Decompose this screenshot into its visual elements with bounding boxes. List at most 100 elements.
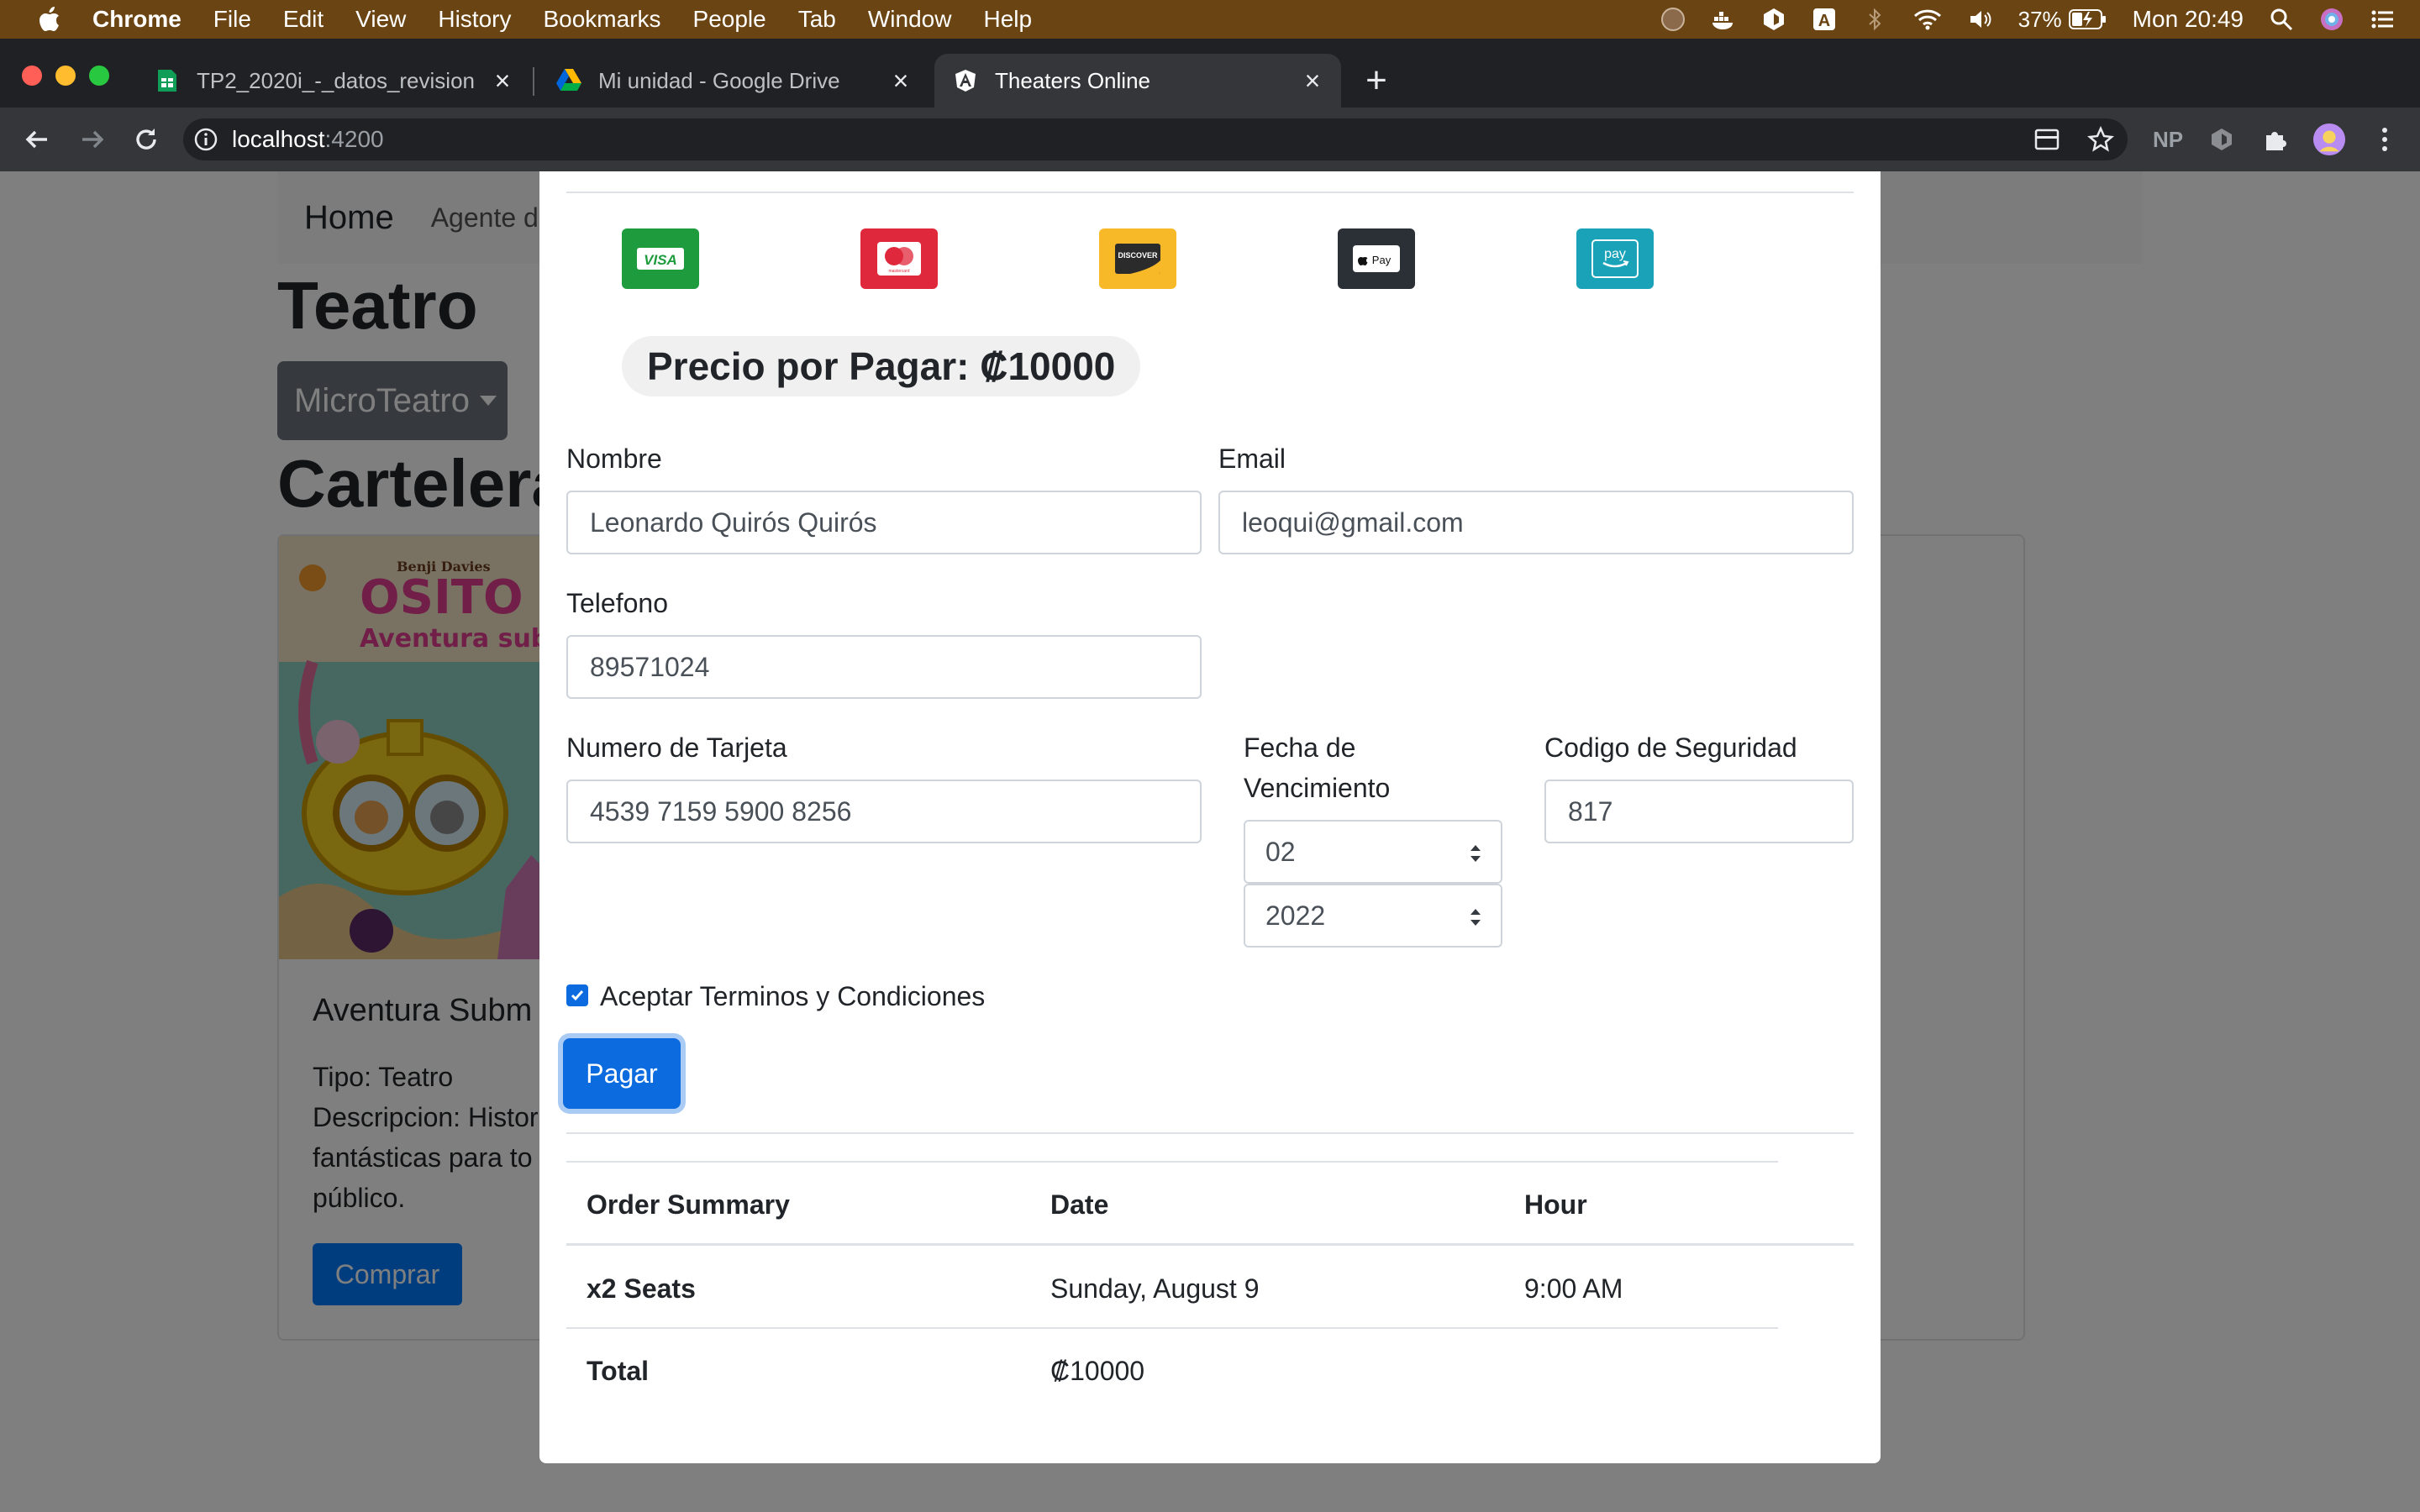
forward-arrow-icon: [82, 130, 104, 149]
tab-title: Theaters Online: [995, 67, 1150, 93]
docker-icon[interactable]: [1711, 7, 1736, 32]
hour-cell: 9:00 AM: [1524, 1273, 1623, 1304]
mastercard-icon[interactable]: mastercard: [860, 228, 938, 289]
name-input[interactable]: Leonardo Quirós Quirós: [566, 491, 1202, 554]
bluetooth-icon[interactable]: [1862, 7, 1887, 32]
svg-text:Pay: Pay: [1372, 254, 1392, 266]
menu-history[interactable]: History: [438, 6, 511, 33]
name-label: Nombre: [566, 444, 662, 474]
svg-text:A: A: [1818, 12, 1829, 30]
menu-window[interactable]: Window: [868, 6, 952, 33]
url-port: :4200: [324, 126, 384, 152]
svg-text:VISA: VISA: [644, 252, 677, 268]
visa-icon[interactable]: VISA: [622, 228, 699, 289]
reader-mode-icon[interactable]: [2030, 123, 2064, 156]
site-info-icon[interactable]: [193, 127, 218, 152]
macos-menubar: Chrome File Edit View History Bookmarks …: [0, 0, 2420, 39]
cube-app-icon[interactable]: [1761, 7, 1786, 32]
menu-people[interactable]: People: [693, 6, 766, 33]
expiry-label-line-2: Vencimiento: [1244, 773, 1391, 803]
siri-icon[interactable]: [2319, 7, 2344, 32]
reload-icon: [136, 129, 156, 150]
terms-checkbox[interactable]: [566, 984, 588, 1006]
reload-button[interactable]: [129, 123, 163, 156]
security-code-input[interactable]: 817: [1544, 780, 1854, 843]
discover-icon[interactable]: DISCOVER: [1099, 228, 1176, 289]
back-arrow-icon: [25, 130, 47, 149]
tab-title: Mi unidad - Google Drive: [598, 67, 840, 93]
pay-button[interactable]: Pagar: [563, 1038, 681, 1109]
email-label: Email: [1218, 444, 1286, 474]
chrome-menu-icon[interactable]: [2368, 123, 2402, 156]
email-input[interactable]: leoqui@gmail.com: [1218, 491, 1854, 554]
back-button[interactable]: [20, 123, 54, 156]
volume-icon[interactable]: [1968, 7, 1993, 32]
bookmark-star-icon[interactable]: [2084, 123, 2118, 156]
tab-title: TP2_2020i_-_datos_revision (2): [197, 67, 479, 93]
payment-modal: VISA mastercard DISCOVER Pay pay Precio …: [539, 171, 1881, 1463]
card-number-label: Numero de Tarjeta: [566, 732, 787, 763]
forward-button[interactable]: [76, 123, 109, 156]
date-cell: Sunday, August 9: [1050, 1273, 1260, 1304]
extensions-puzzle-icon[interactable]: [2259, 123, 2292, 156]
menu-view[interactable]: View: [355, 6, 406, 33]
order-summary-header: Order Summary: [587, 1189, 790, 1220]
browser-tab-theaters-online[interactable]: Theaters Online ×: [934, 54, 1341, 108]
card-number-input[interactable]: 4539 7159 5900 8256: [566, 780, 1202, 843]
date-header: Date: [1050, 1189, 1109, 1220]
menu-file[interactable]: File: [213, 6, 251, 33]
expiry-month-value: 02: [1265, 836, 1296, 867]
close-tab-icon[interactable]: ×: [491, 67, 514, 94]
expiry-month-select[interactable]: 02: [1244, 820, 1502, 884]
menu-app-chrome[interactable]: Chrome: [92, 6, 182, 33]
menu-help[interactable]: Help: [983, 6, 1032, 33]
tab-separator: [533, 67, 534, 96]
battery-charging-icon[interactable]: [2068, 8, 2107, 30]
spotlight-search-icon[interactable]: [2269, 7, 2294, 32]
new-tab-button[interactable]: +: [1360, 60, 1393, 101]
terms-label[interactable]: Aceptar Terminos y Condiciones: [600, 976, 985, 1016]
svg-text:mastercard: mastercard: [888, 269, 909, 274]
browser-tab-sheets[interactable]: TP2_2020i_-_datos_revision (2) ×: [136, 54, 531, 108]
address-bar[interactable]: localhost:4200: [183, 118, 2128, 160]
menubar-clock[interactable]: Mon 20:49: [2133, 6, 2244, 33]
expiry-year-value: 2022: [1265, 900, 1326, 931]
apple-menu-icon[interactable]: [32, 3, 66, 36]
profile-avatar-icon[interactable]: [2312, 123, 2346, 156]
drive-icon: [556, 68, 581, 93]
expiry-date-label: Fecha de Vencimiento: [1244, 727, 1390, 808]
recording-dot-icon[interactable]: [1660, 7, 1686, 32]
window-close-button[interactable]: [22, 66, 42, 86]
table-row-border: [566, 1327, 1778, 1329]
checkmark-icon: [571, 990, 584, 1001]
seats-cell: x2 Seats: [587, 1273, 696, 1304]
input-source-icon[interactable]: A: [1812, 7, 1837, 32]
battery-percent[interactable]: 37%: [2018, 7, 2062, 33]
security-code-label: Codigo de Seguridad: [1544, 732, 1797, 763]
notification-center-icon[interactable]: [2370, 7, 2395, 32]
amazon-pay-icon[interactable]: pay: [1576, 228, 1654, 289]
url-host: localhost: [232, 126, 325, 152]
expiry-year-select[interactable]: 2022: [1244, 884, 1502, 948]
svg-text:pay: pay: [1604, 247, 1626, 261]
phone-label: Telefono: [566, 588, 668, 618]
table-top-border: [566, 1161, 1778, 1163]
svg-text:DISCOVER: DISCOVER: [1118, 251, 1158, 260]
apple-pay-icon[interactable]: Pay: [1338, 228, 1415, 289]
cube-extension-icon[interactable]: [2205, 123, 2238, 156]
expiry-label-line-1: Fecha de: [1244, 732, 1356, 763]
table-header-border: [566, 1243, 1854, 1246]
window-zoom-button[interactable]: [89, 66, 109, 86]
menu-edit[interactable]: Edit: [283, 6, 324, 33]
np-extension-icon[interactable]: NP: [2151, 123, 2185, 156]
close-tab-icon[interactable]: ×: [889, 67, 913, 94]
close-tab-icon[interactable]: ×: [1301, 67, 1324, 94]
browser-tab-drive[interactable]: Mi unidad - Google Drive ×: [538, 54, 929, 108]
select-arrows-icon: [1470, 909, 1481, 926]
select-arrows-icon: [1470, 845, 1481, 862]
menu-tab[interactable]: Tab: [798, 6, 836, 33]
wifi-icon[interactable]: [1912, 7, 1943, 32]
window-minimize-button[interactable]: [55, 66, 76, 86]
phone-input[interactable]: 89571024: [566, 635, 1202, 699]
menu-bookmarks[interactable]: Bookmarks: [543, 6, 660, 33]
